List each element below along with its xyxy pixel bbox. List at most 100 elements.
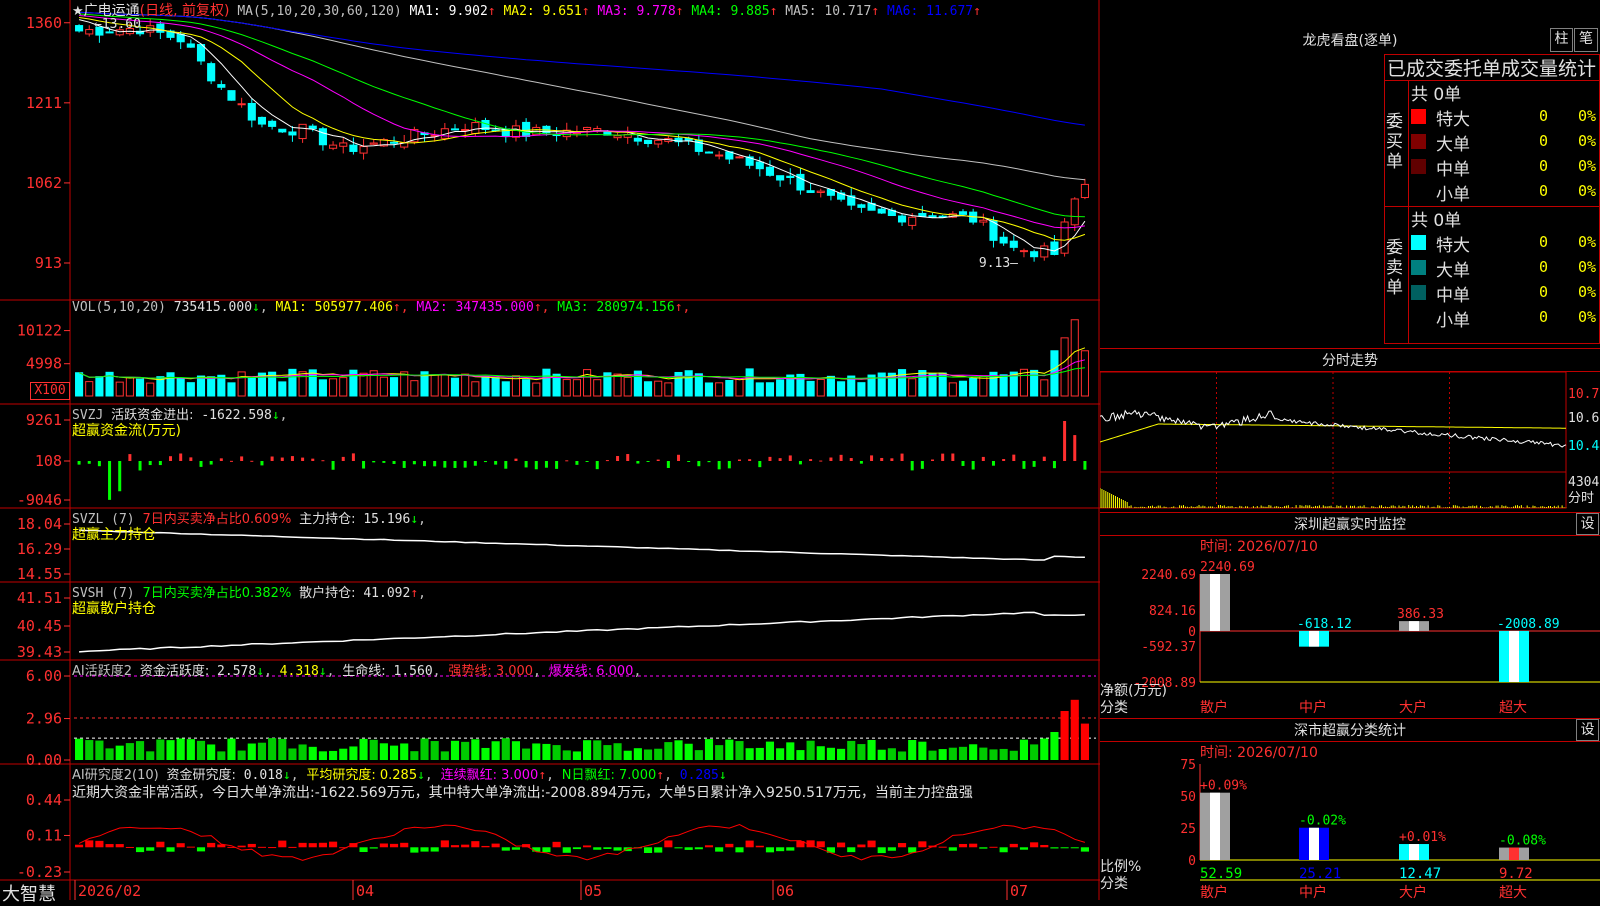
volume-bar bbox=[207, 376, 216, 397]
ai2-bar bbox=[318, 842, 327, 848]
ai2-bar bbox=[776, 847, 785, 852]
stats-chart[interactable]: 75 50 25 0 +0.09% 52.59 散户 -0.02% 25.21 中户 +0.01% 1… bbox=[1100, 756, 1600, 900]
svsh-ytick: 41.51 bbox=[17, 589, 62, 607]
ai2-desc: 资金研究度: bbox=[166, 768, 236, 783]
volume-bar bbox=[562, 379, 571, 397]
svzj-bar bbox=[626, 454, 630, 461]
stats-value-label: 25.21 bbox=[1299, 866, 1341, 882]
ai2-bar bbox=[1080, 847, 1089, 852]
stats-value-label: 9.72 bbox=[1499, 866, 1533, 882]
stats-settings-button[interactable]: 设 bbox=[1576, 719, 1599, 741]
tab-bi[interactable]: 笔 bbox=[1574, 28, 1598, 52]
period-tag[interactable]: (日线, 前复权) bbox=[140, 3, 230, 19]
candle bbox=[288, 131, 297, 136]
svzj-bar bbox=[433, 461, 437, 467]
ai2-bar bbox=[765, 847, 775, 853]
ai1-bar bbox=[247, 743, 256, 760]
volume-bar bbox=[857, 382, 866, 397]
volume-bar bbox=[440, 374, 449, 397]
monitor-chart[interactable]: 2240.69 824.16 0-592.37 -2008.89 2240.69 散户 -6… bbox=[1100, 552, 1600, 718]
svzj-bar bbox=[463, 461, 467, 468]
ai1-bar bbox=[166, 740, 175, 760]
volume-bar bbox=[643, 381, 653, 397]
ai2-bar bbox=[115, 844, 124, 848]
candle bbox=[105, 31, 114, 34]
svzl-line bbox=[79, 529, 1085, 561]
ai2-bar bbox=[948, 847, 957, 851]
svzj-bar bbox=[1002, 459, 1006, 461]
ai1-bar bbox=[227, 738, 236, 760]
fenshi-chart[interactable]: 10.77 10.60 10.44 43041分时 bbox=[1100, 372, 1600, 510]
svzj-bar bbox=[1032, 461, 1036, 467]
order-pct: 0% bbox=[1578, 182, 1597, 200]
stock-name[interactable]: 广电运通 bbox=[84, 3, 140, 19]
order-label: 中单 bbox=[1436, 160, 1470, 180]
volume-bar bbox=[450, 377, 460, 397]
svzj-bar bbox=[311, 458, 315, 461]
ai1-bar bbox=[389, 745, 399, 760]
monitor-settings-button[interactable]: 设 bbox=[1576, 513, 1599, 535]
stats-cat: 大户 bbox=[1399, 884, 1427, 900]
monitor-bar-2 bbox=[1399, 621, 1429, 631]
volume-bar bbox=[979, 375, 988, 397]
svzj-bar bbox=[636, 461, 640, 464]
ai2-bar bbox=[156, 841, 165, 848]
ai2-bar bbox=[389, 843, 399, 848]
ai1-bar bbox=[979, 747, 988, 760]
ai2-bar bbox=[704, 845, 714, 848]
candle bbox=[329, 144, 338, 149]
ai1-bar bbox=[339, 748, 348, 760]
svzj-bar bbox=[595, 461, 599, 470]
order-count: 0 bbox=[1538, 308, 1548, 326]
svzj-bar bbox=[331, 461, 335, 470]
star-icon[interactable]: ★ bbox=[72, 4, 84, 19]
candle bbox=[908, 216, 917, 226]
volume-bar bbox=[776, 379, 785, 397]
svzj-bar bbox=[931, 459, 935, 461]
legend-ma1: MA1: 9.902 bbox=[409, 4, 488, 19]
x-axis-label: 06 bbox=[776, 882, 794, 900]
svzj-bar bbox=[920, 461, 924, 469]
ai2-bar bbox=[532, 847, 541, 852]
tab-zhu[interactable]: 柱 bbox=[1550, 28, 1573, 52]
svzj-bar bbox=[270, 456, 274, 461]
svzj-bar bbox=[382, 461, 386, 463]
monitor-cat: 超大 bbox=[1499, 700, 1527, 716]
order-swatch bbox=[1411, 260, 1426, 275]
monitor-xlabel: 分类 bbox=[1100, 700, 1128, 716]
candle bbox=[583, 126, 592, 131]
svzj-bar bbox=[951, 453, 955, 461]
ai2-bar bbox=[979, 847, 988, 849]
ai1-bar bbox=[115, 745, 124, 760]
svzj-bar bbox=[981, 456, 985, 461]
order-pct: 0% bbox=[1578, 283, 1597, 301]
ai1-bar bbox=[694, 750, 703, 760]
svzj-bar bbox=[504, 461, 508, 469]
ai1-bar bbox=[1050, 732, 1059, 760]
ai1-bar bbox=[1009, 750, 1018, 760]
order-swatch bbox=[1411, 109, 1426, 124]
ai1-bar bbox=[329, 750, 338, 760]
ai2-bar bbox=[786, 847, 795, 851]
monitor-ytick: 824.16 bbox=[1149, 604, 1196, 619]
ai2-bar bbox=[257, 846, 267, 848]
volume-bar bbox=[85, 381, 94, 397]
svzj-bar bbox=[1073, 435, 1077, 461]
legend-ma5: MA5: 10.717 bbox=[785, 4, 872, 19]
ai1-bar bbox=[643, 749, 653, 760]
ai2-header: AI研究度2(10) 资金研究度: 0.018↓, 平均研究度: 0.285↓,… bbox=[72, 768, 727, 783]
svzj-bar bbox=[290, 456, 294, 461]
order-swatch bbox=[1411, 134, 1426, 149]
ai2-bar bbox=[125, 846, 134, 848]
fenshi-title: 分时走势 bbox=[1322, 353, 1378, 369]
volume-bar bbox=[430, 374, 439, 397]
svzj-bar bbox=[250, 460, 254, 462]
order-swatch bbox=[1411, 235, 1426, 250]
ai1-bar bbox=[908, 740, 917, 760]
order-count: 0 bbox=[1538, 132, 1548, 150]
stats-change-label: +0.09% bbox=[1200, 779, 1247, 794]
ai2-bar bbox=[440, 840, 449, 848]
ai2-bar bbox=[105, 844, 114, 848]
monitor-ytick: 0 bbox=[1188, 625, 1196, 640]
vol-value: 735415.000 bbox=[173, 300, 253, 315]
